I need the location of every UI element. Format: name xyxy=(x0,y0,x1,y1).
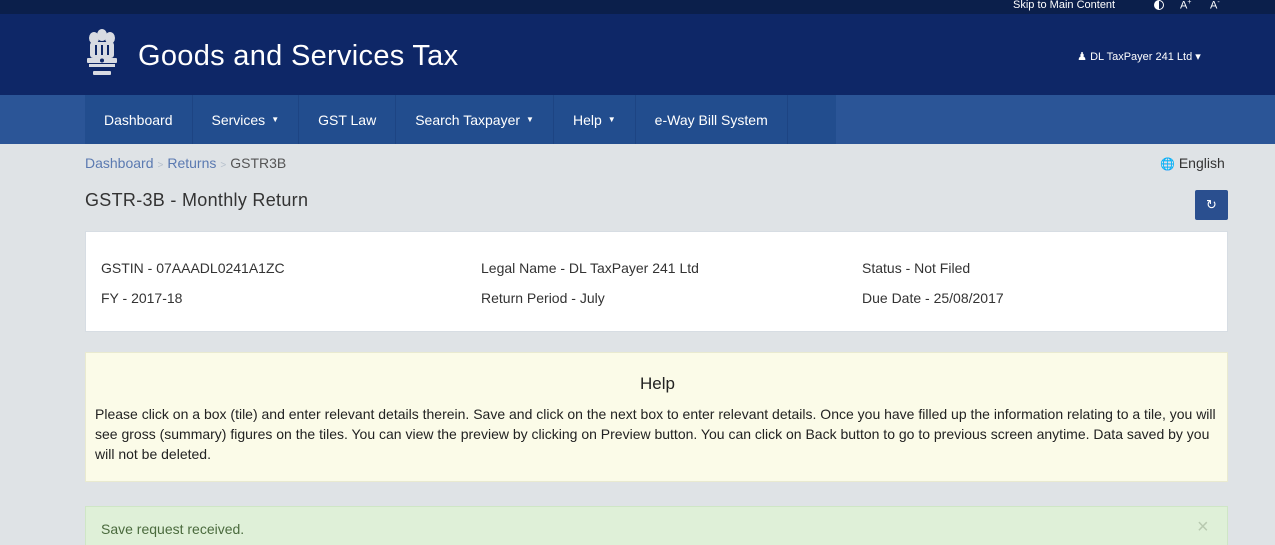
return-period-value: Return Period - July xyxy=(481,290,605,306)
nav-menu: Dashboard Services ▼ GST Law Search Taxp… xyxy=(85,95,836,144)
caret-down-icon: ▼ xyxy=(607,115,616,124)
user-icon: ♟ xyxy=(1077,51,1087,63)
legal-name-value: Legal Name - DL TaxPayer 241 Ltd xyxy=(481,260,699,276)
status-value: Status - Not Filed xyxy=(862,260,971,276)
site-title: Goods and Services Tax xyxy=(138,40,459,72)
nav-item-label: Help xyxy=(572,111,602,128)
breadcrumb-current: GSTR3B xyxy=(230,155,287,171)
font-decrease-button[interactable]: A- xyxy=(1210,0,1220,12)
help-panel: Help Please click on a box (tile) and en… xyxy=(85,352,1228,482)
language-label: English xyxy=(1178,155,1225,171)
caret-down-icon: ▼ xyxy=(271,115,280,124)
help-text: Please click on a box (tile) and enter r… xyxy=(95,406,1216,462)
close-icon[interactable]: × xyxy=(1197,517,1209,537)
contrast-icon[interactable] xyxy=(1154,0,1164,10)
nav-item-label: Search Taxpayer xyxy=(415,111,521,128)
fy-value: FY - 2017-18 xyxy=(101,290,183,306)
caret-down-icon: ▼ xyxy=(526,115,534,124)
user-name: DL TaxPayer 241 Ltd xyxy=(1090,51,1193,63)
main-nav: Dashboard Services ▼ GST Law Search Taxp… xyxy=(0,95,1275,144)
nav-item-help[interactable]: Help ▼ xyxy=(554,95,636,144)
globe-icon: 🌐 xyxy=(1160,157,1175,171)
chevron-down-icon: ▾ xyxy=(1195,51,1201,63)
font-increase-button[interactable]: A+ xyxy=(1180,0,1191,12)
skip-to-main-link[interactable]: Skip to Main Content xyxy=(1013,0,1115,11)
nav-item-services[interactable]: Services ▼ xyxy=(193,95,300,144)
nav-item-eway-bill[interactable]: e-Way Bill System xyxy=(636,95,788,144)
breadcrumb-separator: > xyxy=(220,160,227,171)
site-header: Goods and Services Tax ♟ DL TaxPayer 241… xyxy=(0,14,1275,95)
nav-item-label: Dashboard xyxy=(104,111,173,128)
gstin-value: GSTIN - 07AAADL0241A1ZC xyxy=(101,260,285,276)
return-info-panel: GSTIN - 07AAADL0241A1ZC FY - 2017-18 Leg… xyxy=(85,231,1228,332)
breadcrumb-dashboard[interactable]: Dashboard xyxy=(85,155,154,171)
language-selector[interactable]: 🌐 English xyxy=(1160,155,1225,171)
refresh-button[interactable]: ↻ xyxy=(1195,190,1228,220)
nav-item-search-taxpayer[interactable]: Search Taxpayer ▼ xyxy=(396,95,554,144)
help-title: Help xyxy=(640,374,675,393)
breadcrumb: Dashboard > Returns > GSTR3B xyxy=(85,155,286,171)
breadcrumb-returns[interactable]: Returns xyxy=(167,155,216,171)
nav-item-dashboard[interactable]: Dashboard xyxy=(85,95,193,144)
refresh-icon: ↻ xyxy=(1206,197,1217,212)
breadcrumb-separator: > xyxy=(157,160,164,171)
nav-item-label: Services xyxy=(211,111,266,128)
nav-item-gst-law[interactable]: GST Law xyxy=(299,95,397,144)
nav-item-label: GST Law xyxy=(318,111,377,128)
due-date-value: Due Date - 25/08/2017 xyxy=(862,290,1004,306)
page-title: GSTR-3B - Monthly Return xyxy=(85,190,309,210)
utility-bar: Skip to Main Content A+ A- xyxy=(0,0,1275,14)
national-emblem-icon[interactable] xyxy=(84,27,120,83)
user-menu[interactable]: ♟ DL TaxPayer 241 Ltd ▾ xyxy=(1077,50,1201,63)
nav-item-label: e-Way Bill System xyxy=(654,111,768,128)
alert-message: Save request received. xyxy=(101,521,245,537)
success-alert: Save request received. × xyxy=(85,506,1228,545)
